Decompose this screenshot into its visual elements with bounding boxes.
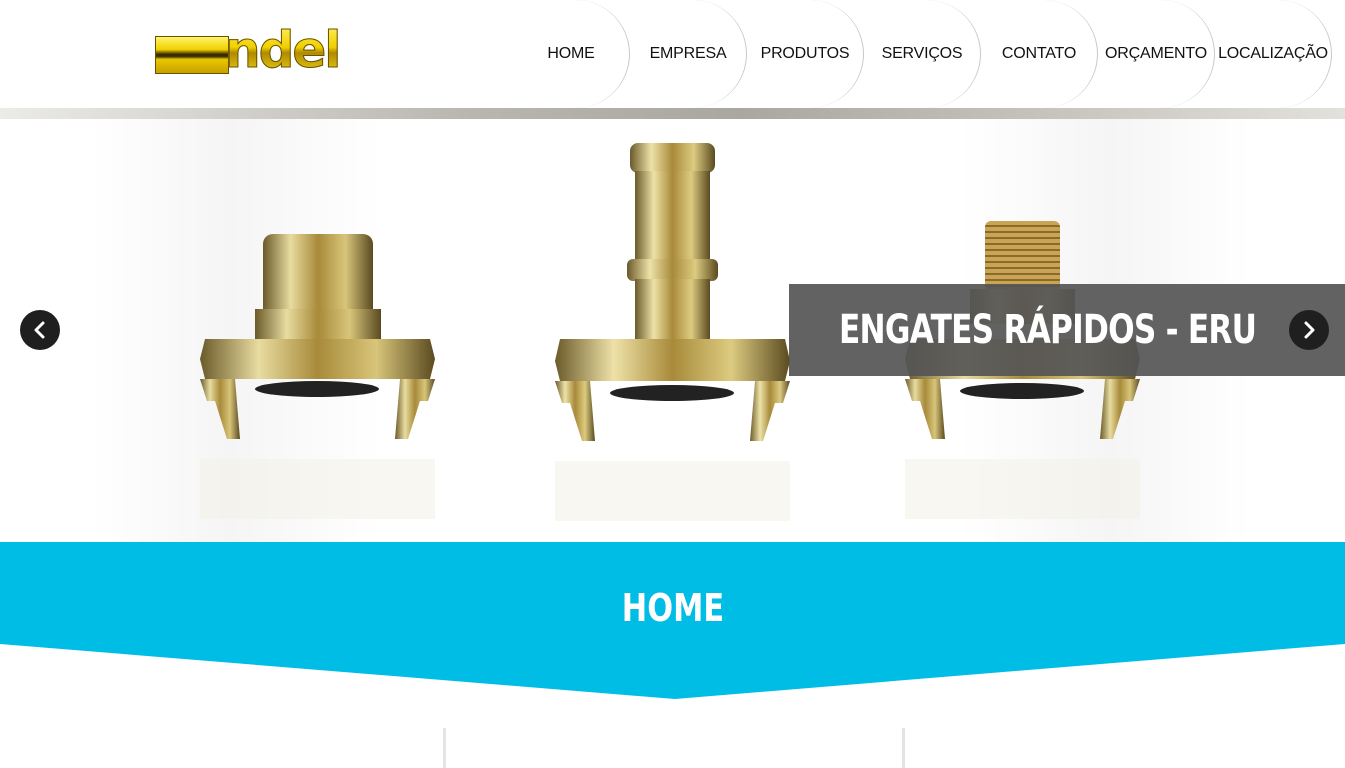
chevron-right-icon (1304, 321, 1315, 339)
coupling-product-image-3 (905, 221, 1140, 519)
header: ndel HOME EMPRESA PRODUTOS SERVIÇOS CONT… (0, 0, 1345, 108)
main-nav: HOME EMPRESA PRODUTOS SERVIÇOS CONTATO O… (513, 0, 1345, 108)
slider-prev-button[interactable] (20, 310, 60, 350)
indel-logo[interactable]: ndel (155, 22, 355, 79)
coupling-product-image-2 (555, 143, 790, 521)
page: ndel HOME EMPRESA PRODUTOS SERVIÇOS CONT… (0, 0, 1345, 768)
column-divider (443, 728, 446, 768)
slider-next-button[interactable] (1289, 310, 1329, 350)
column-divider (902, 728, 905, 768)
section-title-text: HOME (621, 586, 724, 630)
logo-mark (155, 36, 229, 74)
nav-item-empresa[interactable]: EMPRESA (630, 0, 747, 108)
logo-wordmark: ndel (224, 21, 341, 79)
nav-item-home[interactable]: HOME (513, 0, 630, 108)
nav-item-servicos[interactable]: SERVIÇOS (864, 0, 981, 108)
section-title: HOME (0, 586, 1345, 630)
slide-caption-text: ENGATES RÁPIDOS - ERU (839, 307, 1257, 353)
header-divider-bar (0, 108, 1345, 119)
chevron-left-icon (34, 321, 45, 339)
nav-item-localizacao[interactable]: LOCALIZAÇÃO (1215, 0, 1332, 108)
slide-caption: ENGATES RÁPIDOS - ERU (789, 284, 1345, 376)
hero-slider: ENGATES RÁPIDOS - ERU (0, 119, 1345, 542)
nav-item-contato[interactable]: CONTATO (981, 0, 1098, 108)
coupling-product-image-1 (200, 234, 435, 519)
nav-item-orcamento[interactable]: ORÇAMENTO (1098, 0, 1215, 108)
nav-item-produtos[interactable]: PRODUTOS (747, 0, 864, 108)
